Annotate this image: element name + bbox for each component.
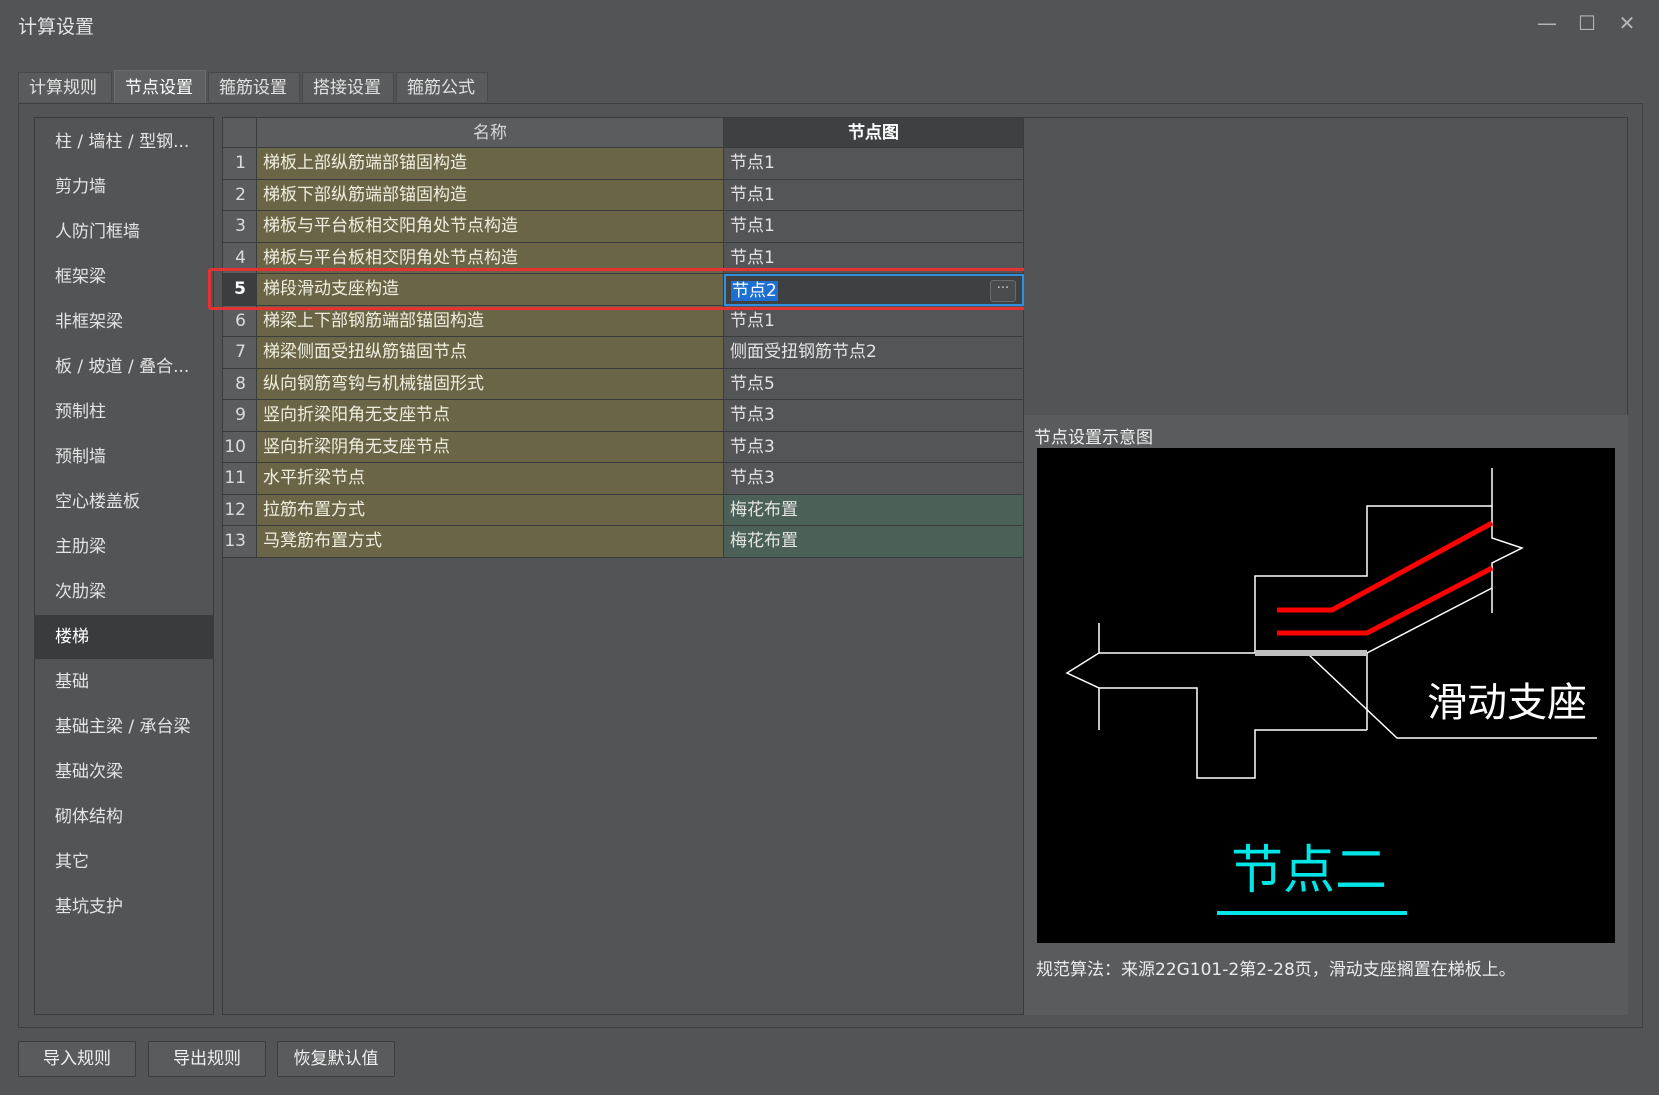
column-header-name[interactable]: 名称 (257, 118, 724, 148)
table-row[interactable]: 7 梯梁侧面受扭纵筋锚固节点 侧面受扭钢筋节点2 (223, 337, 1024, 369)
row-index: 11 (223, 463, 257, 495)
node-settings-grid: 名称 节点图 1 梯板上部纵筋端部锚固构造 节点1 2 梯板下部纵筋端部锚固构造… (222, 117, 1024, 1015)
table-row[interactable]: 9 竖向折梁阳角无支座节点 节点3 (223, 400, 1024, 432)
row-name: 梯板下部纵筋端部锚固构造 (257, 179, 724, 211)
sliding-pad (1255, 650, 1367, 656)
table-row[interactable]: 8 纵向钢筋弯钩与机械锚固形式 节点5 (223, 368, 1024, 400)
tab-lap-settings[interactable]: 搭接设置 (302, 72, 394, 102)
row-index: 12 (223, 494, 257, 526)
row-name: 拉筋布置方式 (257, 494, 724, 526)
row-node-value[interactable]: 节点1 (724, 179, 1024, 211)
row-index: 9 (223, 400, 257, 432)
row-index: 10 (223, 431, 257, 463)
row-node-value[interactable]: 侧面受扭钢筋节点2 (724, 337, 1024, 369)
tab-stirrup-formula[interactable]: 箍筋公式 (396, 72, 488, 102)
close-icon[interactable]: ✕ (1607, 8, 1647, 38)
row-node-value[interactable]: 节点1 (724, 148, 1024, 180)
row-node-value[interactable]: 节点3 (724, 400, 1024, 432)
row-index: 3 (223, 211, 257, 243)
row-index: 13 (223, 526, 257, 558)
column-header-node[interactable]: 节点图 (724, 118, 1024, 148)
sidebar-item-hollow-floor[interactable]: 空心楼盖板 (35, 480, 213, 524)
sidebar-item-non-frame-beam[interactable]: 非框架梁 (35, 300, 213, 344)
row-name: 梯板上部纵筋端部锚固构造 (257, 148, 724, 180)
sidebar-item-foundation[interactable]: 基础 (35, 660, 213, 704)
tab-node-settings[interactable]: 节点设置 (114, 70, 206, 104)
node-diagram: 滑动支座 节点二 (1037, 448, 1615, 943)
export-rules-button[interactable]: 导出规则 (148, 1041, 266, 1077)
sidebar-item-foundation-secondary-beam[interactable]: 基础次梁 (35, 750, 213, 794)
row-name: 竖向折梁阳角无支座节点 (257, 400, 724, 432)
row-index: 7 (223, 337, 257, 369)
sidebar-item-precast-column[interactable]: 预制柱 (35, 390, 213, 434)
import-rules-button[interactable]: 导入规则 (18, 1041, 136, 1077)
sidebar-item-other[interactable]: 其它 (35, 840, 213, 884)
table-row[interactable]: 10 竖向折梁阴角无支座节点 节点3 (223, 431, 1024, 463)
table-row[interactable]: 2 梯板下部纵筋端部锚固构造 节点1 (223, 179, 1024, 211)
title-bar: 计算设置 — ☐ ✕ (0, 0, 1659, 46)
row-name: 水平折梁节点 (257, 463, 724, 495)
right-blank-area (1024, 117, 1628, 415)
row-node-value[interactable]: 节点3 (724, 431, 1024, 463)
row-node-value[interactable]: 梅花布置 (724, 494, 1024, 526)
sidebar-item-frame-beam[interactable]: 框架梁 (35, 255, 213, 299)
row-node-value[interactable]: 梅花布置 (724, 526, 1024, 558)
sidebar-item-secondary-rib-beam[interactable]: 次肋梁 (35, 570, 213, 614)
table-row[interactable]: 13 马凳筋布置方式 梅花布置 (223, 526, 1024, 558)
row-name: 梯梁侧面受扭纵筋锚固节点 (257, 337, 724, 369)
sidebar-item-masonry[interactable]: 砌体结构 (35, 795, 213, 839)
sliding-support-diagram: 滑动支座 节点二 (1065, 468, 1597, 915)
row-index: 2 (223, 179, 257, 211)
row-node-value[interactable]: 节点1 (724, 211, 1024, 243)
row-index: 1 (223, 148, 257, 180)
minimize-icon[interactable]: — (1527, 8, 1567, 38)
row-name: 竖向折梁阴角无支座节点 (257, 431, 724, 463)
row-name: 梯梁上下部钢筋端部锚固构造 (257, 305, 724, 337)
calc-settings-window: 计算设置 — ☐ ✕ 计算规则 节点设置 箍筋设置 搭接设置 箍筋公式 柱 / … (0, 0, 1659, 1095)
table-row[interactable]: 3 梯板与平台板相交阳角处节点构造 节点1 (223, 211, 1024, 243)
node-preview-panel: 节点设置示意图 滑动支座 节点二 规范算法：来源22G101-2第2-28页，滑… (1024, 415, 1628, 1015)
sidebar-item-civil-defense-door-wall[interactable]: 人防门框墙 (35, 210, 213, 254)
diagram-title: 节点二 (1231, 843, 1387, 900)
window-title: 计算设置 (18, 16, 95, 38)
preview-description: 规范算法：来源22G101-2第2-28页，滑动支座搁置在梯板上。 (1036, 960, 1516, 980)
table-row[interactable]: 1 梯板上部纵筋端部锚固构造 节点1 (223, 148, 1024, 180)
sidebar-item-precast-wall[interactable]: 预制墙 (35, 435, 213, 479)
tab-stirrup-settings[interactable]: 箍筋设置 (208, 72, 300, 102)
restore-defaults-button[interactable]: 恢复默认值 (277, 1041, 395, 1077)
sidebar-item-main-rib-beam[interactable]: 主肋梁 (35, 525, 213, 569)
row-node-value[interactable]: 节点3 (724, 463, 1024, 495)
sidebar-item-foundation-main-beam[interactable]: 基础主梁 / 承台梁 (35, 705, 213, 749)
preview-label: 节点设置示意图 (1034, 428, 1153, 448)
row-index: 6 (223, 305, 257, 337)
maximize-icon[interactable]: ☐ (1567, 8, 1607, 38)
sidebar-item-foundation-pit[interactable]: 基坑支护 (35, 885, 213, 929)
diagram-label: 滑动支座 (1427, 680, 1587, 725)
row-name: 马凳筋布置方式 (257, 526, 724, 558)
row-name: 梯板与平台板相交阳角处节点构造 (257, 211, 724, 243)
table-row[interactable]: 6 梯梁上下部钢筋端部锚固构造 节点1 (223, 305, 1024, 337)
row-index: 8 (223, 368, 257, 400)
highlight-annotation (208, 268, 1074, 310)
sidebar-item-slab[interactable]: 板 / 坡道 / 叠合... (35, 345, 213, 389)
table-row[interactable]: 12 拉筋布置方式 梅花布置 (223, 494, 1024, 526)
sidebar-item-shear-wall[interactable]: 剪力墙 (35, 165, 213, 209)
table-row[interactable]: 11 水平折梁节点 节点3 (223, 463, 1024, 495)
tab-calc-rules[interactable]: 计算规则 (18, 72, 112, 102)
sidebar-item-stairs[interactable]: 楼梯 (35, 615, 213, 659)
row-node-value[interactable]: 节点1 (724, 305, 1024, 337)
component-sidebar: 柱 / 墙柱 / 型钢... 剪力墙 人防门框墙 框架梁 非框架梁 板 / 坡道… (34, 117, 214, 1015)
grid-corner (223, 118, 257, 148)
row-node-value[interactable]: 节点5 (724, 368, 1024, 400)
tab-bar: 计算规则 节点设置 箍筋设置 搭接设置 箍筋公式 (18, 70, 1648, 104)
sidebar-item-column[interactable]: 柱 / 墙柱 / 型钢... (35, 120, 213, 164)
row-name: 纵向钢筋弯钩与机械锚固形式 (257, 368, 724, 400)
